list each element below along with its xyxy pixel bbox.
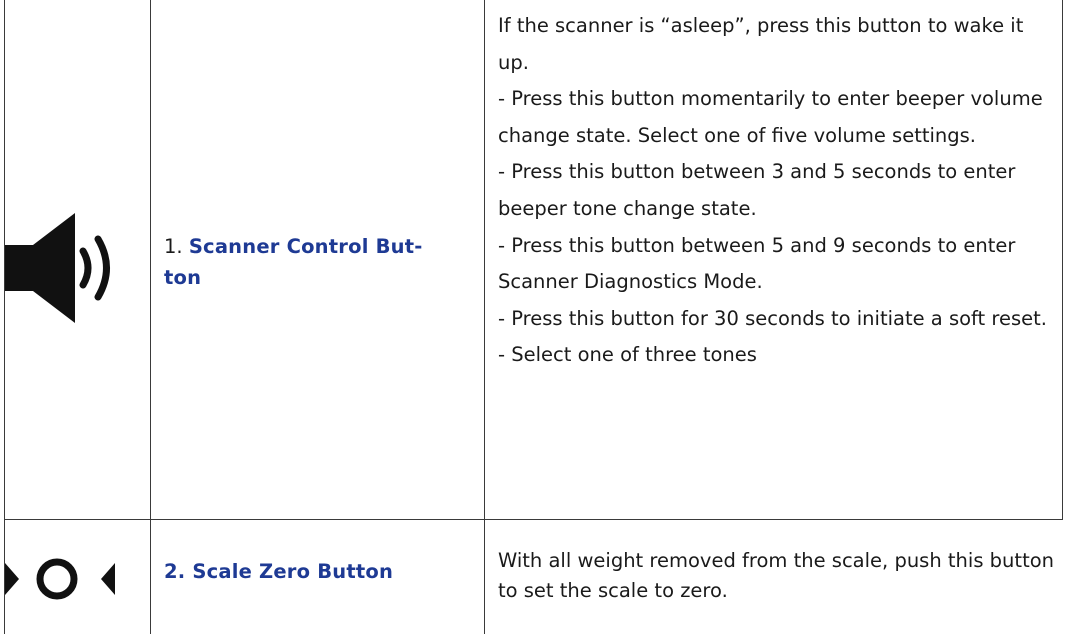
scanner-control-description: If the scanner is “asleep”, press this b… [498,8,1058,374]
table-cell-icon [5,520,150,634]
table-cell-label: 1. Scanner Control But-ton [151,0,484,519]
description-paragraph: - Select one of three tones [498,343,757,367]
label-number: 1. [164,235,189,258]
description-paragraph: - Press this button momentarily to enter… [498,87,1043,147]
table-border-right [1062,0,1063,520]
label-title-line1: Scanner Control But- [188,235,423,258]
table-cell-description: If the scanner is “asleep”, press this b… [485,0,1062,519]
speaker-icon [5,213,110,323]
button-reference-table: 1. Scanner Control But-ton If the scanne… [0,0,1077,634]
description-paragraph: - Press this button between 5 and 9 seco… [498,233,1016,294]
description-paragraph: - Press this button for 30 seconds to in… [498,306,1047,330]
scale-zero-description: With all weight removed from the scale, … [498,546,1070,605]
table-cell-description: With all weight removed from the scale, … [485,520,1077,634]
button-label-scale-zero: 2. Scale Zero Button [164,556,474,587]
table-cell-label: 2. Scale Zero Button [151,520,484,634]
description-paragraph: With all weight removed from the scale, … [498,549,1054,602]
scale-zero-icon [5,558,115,600]
label-title: 2. Scale Zero Button [164,560,394,583]
button-label-scanner-control: 1. Scanner Control But-ton [164,231,464,293]
description-paragraph: - Press this button between 3 and 5 seco… [498,160,1016,220]
description-paragraph: If the scanner is “asleep”, press this b… [498,14,1024,74]
label-title-line2: ton [164,266,202,289]
table-cell-icon [5,0,150,519]
